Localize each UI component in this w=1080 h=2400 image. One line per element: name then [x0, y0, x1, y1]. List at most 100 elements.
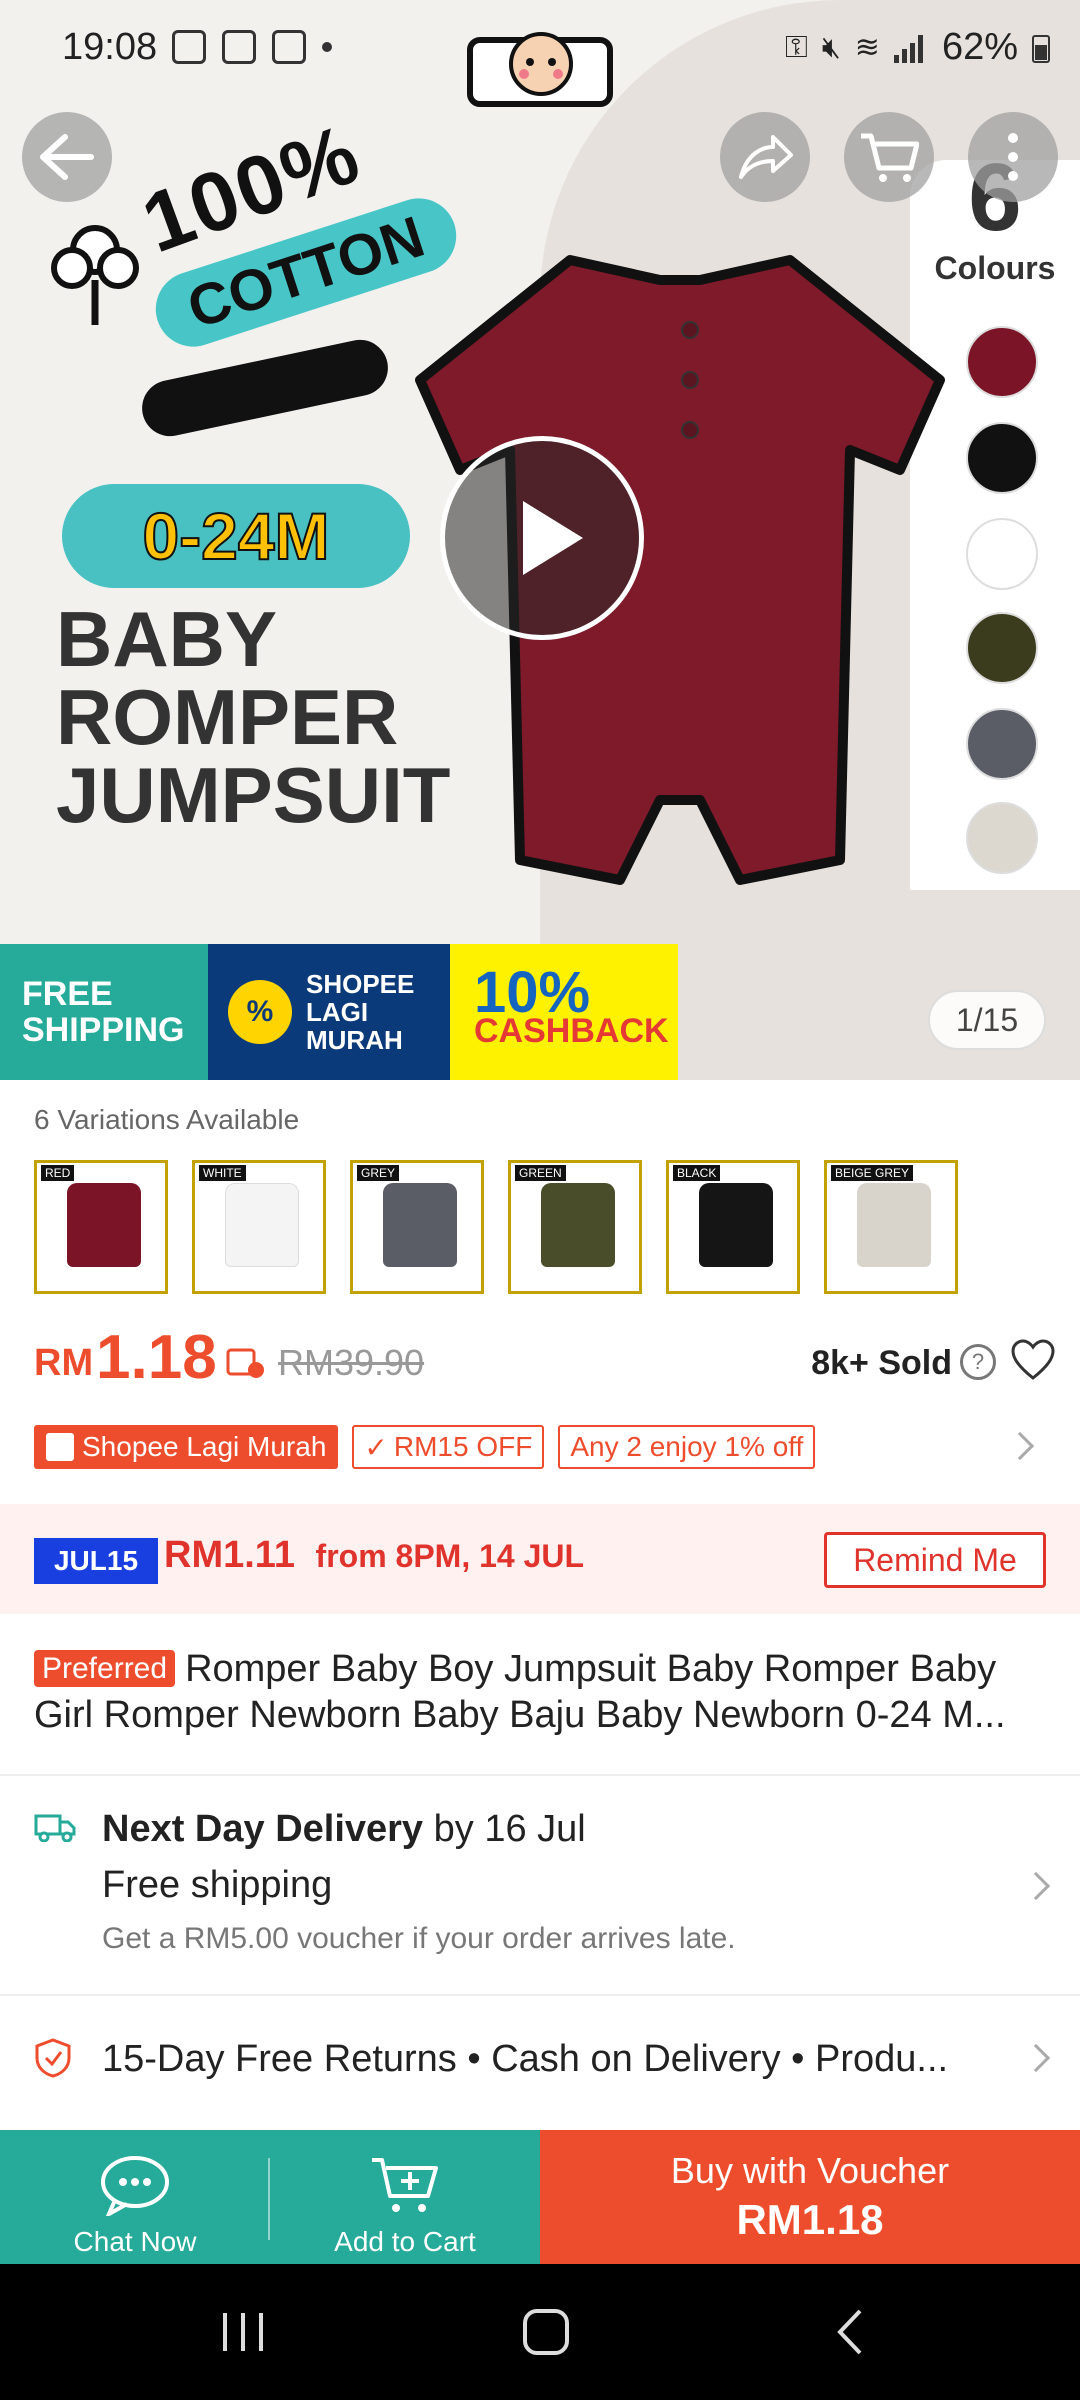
- original-price: RM39.90: [278, 1342, 425, 1383]
- colour-swatch: [966, 518, 1038, 590]
- wishlist-heart-icon[interactable]: [1010, 1338, 1056, 1382]
- delivery-title: Next Day Delivery by 16 Jul: [102, 1808, 586, 1851]
- add-cart-icon: [372, 2158, 438, 2212]
- lagi-murah-tag-label: Shopee Lagi Murah: [82, 1431, 327, 1462]
- variation-tag: GREEN: [515, 1165, 566, 1181]
- lagi-murah-line: SHOPEE: [306, 969, 415, 999]
- help-icon[interactable]: ?: [960, 1344, 996, 1380]
- variation-thumb-red[interactable]: RED: [34, 1160, 168, 1294]
- variation-tag: GREY: [357, 1165, 400, 1181]
- lagi-murah-line: MURAH: [306, 1025, 403, 1055]
- chat-now-label: Chat Now: [73, 2226, 197, 2257]
- add-to-cart-button[interactable]: Add to Cart: [270, 2130, 540, 2264]
- share-button[interactable]: [720, 112, 810, 202]
- home-button[interactable]: [506, 2298, 586, 2366]
- variation-thumb-grey[interactable]: GREY: [350, 1160, 484, 1294]
- check-icon: ✓: [364, 1431, 388, 1463]
- battery-percent: 62%: [941, 26, 1018, 68]
- document-icon: [272, 30, 306, 64]
- buy-with-voucher-button[interactable]: Buy with Voucher RM1.18: [540, 2130, 1080, 2264]
- variation-romper: [541, 1183, 615, 1267]
- variation-romper: [699, 1183, 773, 1267]
- variation-thumb-green[interactable]: GREEN: [508, 1160, 642, 1294]
- variation-thumbnails: RED WHITE GREY GREEN BLACK BEIGE GREY: [34, 1160, 958, 1294]
- chat-now-button[interactable]: Chat Now: [0, 2130, 270, 2264]
- variation-thumb-white[interactable]: WHITE: [192, 1160, 326, 1294]
- variation-romper: [225, 1183, 299, 1267]
- hero-title: BABY ROMPER JUMPSUIT: [56, 600, 450, 834]
- lagi-murah-icon: [46, 1433, 74, 1461]
- lagi-murah-line: LAGI: [306, 997, 369, 1027]
- voucher-tag-label: RM15 OFF: [393, 1431, 533, 1462]
- cotton-flower-icon: [51, 225, 139, 325]
- colour-swatch: [966, 708, 1038, 780]
- cart-button[interactable]: [844, 112, 934, 202]
- bundle-tag: Any 2 enjoy 1% off: [558, 1425, 816, 1469]
- more-options-button[interactable]: [968, 112, 1058, 202]
- lagi-murah-badge: % SHOPEE LAGI MURAH: [208, 944, 450, 1080]
- divider: [0, 1774, 1080, 1776]
- system-navigation-bar: [0, 2264, 1080, 2400]
- image-counter: 1/15: [928, 990, 1046, 1050]
- product-title: Preferred Romper Baby Boy Jumpsuit Baby R…: [34, 1646, 1046, 1738]
- system-status-icons: ⚿ 🔇︎ ≋ 62%: [785, 26, 1050, 69]
- variation-romper: [857, 1183, 931, 1267]
- play-video-button[interactable]: [440, 436, 644, 640]
- more-vertical-icon: [1008, 133, 1018, 181]
- preferred-badge: Preferred: [34, 1650, 176, 1687]
- play-store-icon: [222, 30, 256, 64]
- variation-romper: [67, 1183, 141, 1267]
- product-title-text: Romper Baby Boy Jumpsuit Baby Romper Bab…: [34, 1648, 1006, 1736]
- home-icon: [523, 2309, 569, 2355]
- upcoming-sale-price: RM1.11: [164, 1534, 295, 1576]
- upcoming-sale-banner: JUL15 RM1.11 from 8PM, 14 JUL Remind Me: [0, 1504, 1080, 1614]
- colour-swatch: [966, 802, 1038, 874]
- cashback-badge: 10% CASHBACK: [450, 944, 678, 1080]
- thumbs-up-icon: %: [228, 980, 292, 1044]
- campaign-badge: JUL15: [34, 1538, 158, 1584]
- colour-swatch: [966, 612, 1038, 684]
- age-range-badge: 0-24M: [62, 484, 410, 588]
- variation-tag: BLACK: [673, 1165, 721, 1181]
- status-time: 19:08: [62, 26, 158, 68]
- variation-thumb-black[interactable]: BLACK: [666, 1160, 800, 1294]
- play-icon: [523, 501, 583, 575]
- variation-romper: [383, 1183, 457, 1267]
- variation-tag: WHITE: [199, 1165, 246, 1181]
- chevron-right-icon: [1021, 2043, 1051, 2073]
- back-arrow-icon: [40, 134, 94, 180]
- recent-apps-button[interactable]: [204, 2298, 284, 2366]
- add-to-cart-label: Add to Cart: [334, 2226, 476, 2257]
- promo-strip: FREE SHIPPING % SHOPEE LAGI MURAH 10% CA…: [0, 944, 678, 1080]
- battery-icon: [1032, 34, 1050, 63]
- promo-tags-row[interactable]: Shopee Lagi Murah ✓ RM15 OFF Any 2 enjoy…: [34, 1424, 1046, 1470]
- variations-label: 6 Variations Available: [34, 1104, 300, 1135]
- lagi-murah-tag: Shopee Lagi Murah: [34, 1425, 339, 1469]
- variation-tag: RED: [41, 1165, 75, 1181]
- delivery-title-bold: Next Day Delivery: [102, 1808, 424, 1850]
- colour-swatch: [966, 422, 1038, 494]
- system-back-icon: [837, 2309, 862, 2355]
- gallery-icon: [172, 30, 206, 64]
- cashback-percent: 10%: [474, 960, 591, 1025]
- guarantee-text: 15-Day Free Returns • Cash on Delivery •…: [102, 2038, 949, 2080]
- delivery-info[interactable]: Next Day Delivery by 16 Jul Free shippin…: [0, 1780, 1080, 1994]
- free-shipping-line: FREE: [22, 975, 113, 1013]
- back-button[interactable]: [22, 112, 112, 202]
- hero-title-line: ROMPER: [56, 673, 399, 761]
- chevron-right-icon: [1005, 1431, 1035, 1461]
- cart-icon: [861, 133, 919, 182]
- chevron-right-icon: [1021, 1871, 1051, 1901]
- variation-thumb-beige-grey[interactable]: BEIGE GREY: [824, 1160, 958, 1294]
- delivery-date: by 16 Jul: [423, 1808, 586, 1850]
- buy-price: RM1.18: [736, 2196, 884, 2243]
- chat-icon: [101, 2156, 169, 2216]
- recent-apps-icon: [223, 2313, 263, 2351]
- remind-me-button[interactable]: Remind Me: [824, 1532, 1046, 1588]
- more-dot-icon: [322, 42, 332, 52]
- voucher-tag: ✓ RM15 OFF: [352, 1425, 545, 1469]
- price-currency: RM: [34, 1342, 94, 1384]
- share-icon: [739, 135, 793, 179]
- system-back-button[interactable]: [810, 2298, 890, 2366]
- guarantee-row[interactable]: 15-Day Free Returns • Cash on Delivery •…: [0, 1996, 1080, 2116]
